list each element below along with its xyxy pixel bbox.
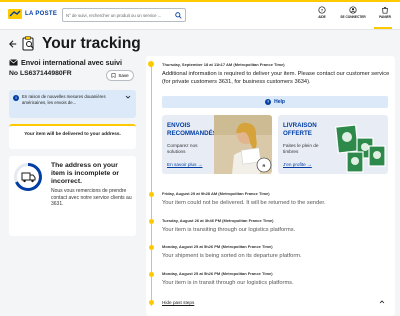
hide-past-steps-link[interactable]: Hide past steps [162, 300, 194, 305]
info-icon: i [13, 95, 19, 101]
envelope-icon [9, 59, 18, 66]
address-alert-body: Nous vous remercions de prendre contact … [51, 188, 132, 207]
timeline-dot [149, 219, 154, 224]
login-label: SE CONNECTER [340, 15, 366, 19]
promo-link[interactable]: J'en profite → [283, 162, 312, 167]
tracking-number-row: No LS637144980FR [9, 70, 72, 77]
bird-logo-icon [8, 9, 22, 19]
timeline-dot [149, 245, 154, 250]
search-input[interactable] [63, 12, 173, 18]
tracking-search-icon [22, 36, 34, 51]
top-accent-stripe [0, 0, 400, 2]
timeline-dot [149, 192, 154, 197]
event-date: Tuesday, August 26 at 3h46 PM (Metropoli… [162, 218, 274, 223]
address-alert-card: The address on your item is incomplete o… [9, 156, 136, 236]
cart-active-indicator [374, 27, 392, 29]
event-date: Monday, August 25 at 5h26 PM (Metropolit… [162, 271, 273, 276]
search-icon[interactable] [175, 12, 182, 19]
event-description: Your item could not be delivered. It wil… [162, 200, 326, 206]
tracking-number: LS637144980FR [19, 70, 72, 77]
customs-info-text: En raison de nouvelles mesures douanière… [22, 94, 106, 105]
cart-icon [382, 7, 388, 14]
timeline-dot [149, 272, 154, 277]
cart-action[interactable]: PANIER [372, 6, 398, 19]
svg-text:R: R [263, 163, 266, 168]
event-description: Additional information is required to de… [162, 71, 390, 85]
woman-with-letter-image: R [214, 115, 272, 174]
customs-info-notice[interactable]: i En raison de nouvelles mesures douaniè… [9, 90, 136, 118]
event-date: Thursday, September 18 at 11h17 AM (Metr… [162, 62, 285, 67]
shipment-type-row: Envoi international avec suivi [9, 58, 122, 67]
truck-status-icon [14, 163, 42, 191]
promo-body: Faites le plein de timbres [283, 143, 319, 154]
promo-link[interactable]: En savoir plus → [167, 162, 202, 167]
chevron-down-icon[interactable] [125, 94, 131, 100]
logo-text: LA POSTE [25, 11, 58, 17]
bookmark-icon [111, 73, 116, 78]
help-label: AIDE [318, 15, 326, 19]
help-button-label: Help [274, 99, 285, 105]
save-label: Save [118, 73, 129, 78]
promo-free-delivery[interactable]: LIVRAISON OFFERTE Faites le plein de tim… [278, 115, 388, 174]
top-bar: LA POSTE ? AIDE SE CONNECTER PANIER [0, 0, 400, 30]
event-date: Monday, August 25 at 5h26 PM (Metropolit… [162, 244, 273, 249]
event-description: Your item is in transit through our logi… [162, 280, 294, 286]
login-action[interactable]: SE CONNECTER [340, 6, 366, 19]
event-description: Your item is transiting through our logi… [162, 227, 296, 233]
la-poste-logo[interactable]: LA POSTE [8, 9, 57, 19]
delivery-notice-text: Your item will be delivered to your addr… [24, 131, 121, 136]
timeline-panel [146, 56, 395, 316]
back-arrow-icon[interactable] [9, 40, 17, 48]
search-box[interactable] [62, 8, 186, 22]
help-action[interactable]: ? AIDE [309, 6, 335, 19]
stamps-image [335, 124, 386, 173]
page-title: Your tracking [42, 35, 141, 52]
user-icon [349, 6, 357, 14]
event-description: Your shipment is being sorted on its dep… [162, 253, 302, 259]
promo-body: Comparez nos solutions [167, 143, 198, 154]
tracking-prefix: No [9, 70, 19, 77]
timeline-dot [148, 61, 154, 67]
promo-title: ENVOIS RECOMMANDÉS [167, 122, 217, 137]
chevron-up-icon[interactable] [379, 299, 385, 305]
timeline-line [151, 62, 152, 306]
help-button[interactable]: ? Help [162, 96, 388, 108]
question-icon: ? [265, 99, 272, 105]
save-button[interactable]: Save [106, 70, 134, 81]
timeline-dot [149, 300, 154, 305]
address-alert-title: The address on your item is incomplete o… [51, 162, 119, 185]
cart-label: PANIER [379, 15, 391, 19]
svg-text:?: ? [321, 8, 324, 13]
promo-registered-mail[interactable]: ENVOIS RECOMMANDÉS Comparez nos solution… [162, 115, 272, 174]
help-icon: ? [318, 6, 326, 14]
delivery-notice: Your item will be delivered to your addr… [9, 124, 136, 149]
shipment-name: Envoi international avec suivi [21, 58, 123, 67]
promo-title: LIVRAISON OFFERTE [283, 122, 317, 137]
event-date: Friday, August 29 at 9h28 AM (Metropolit… [162, 191, 270, 196]
